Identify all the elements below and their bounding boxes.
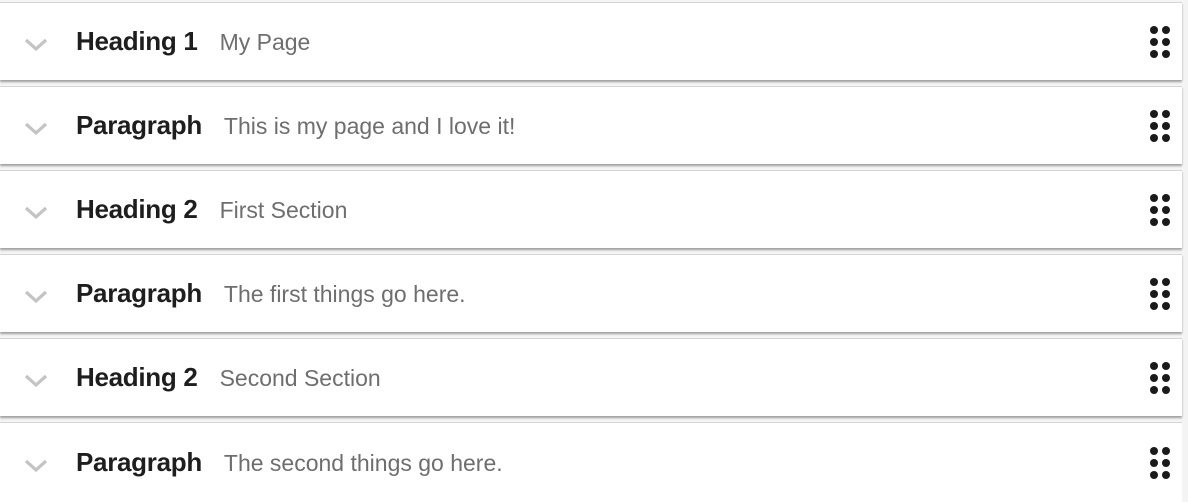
chevron-down-icon[interactable] [24, 458, 48, 474]
block-type-label: Paragraph [76, 278, 202, 308]
drag-handle-icon[interactable] [1150, 25, 1170, 58]
drag-handle-icon[interactable] [1150, 361, 1170, 394]
block-row-heading-2[interactable]: Heading 2 Second Section [0, 338, 1182, 416]
drag-handle-icon[interactable] [1150, 193, 1170, 226]
block-type-label: Heading 2 [76, 362, 198, 392]
chevron-down-icon[interactable] [24, 37, 48, 53]
drag-handle-icon[interactable] [1150, 277, 1170, 310]
block-preview-text: The first things go here. [223, 281, 466, 307]
drag-handle-icon[interactable] [1150, 446, 1170, 479]
chevron-down-icon[interactable] [24, 121, 48, 137]
chevron-down-icon[interactable] [24, 205, 48, 221]
block-preview-text: The second things go here. [223, 450, 503, 476]
block-list: Heading 1 My Page Paragraph This is my p… [0, 0, 1183, 502]
block-row-paragraph[interactable]: Paragraph The second things go here. [0, 422, 1182, 502]
block-row-paragraph[interactable]: Paragraph This is my page and I love it! [0, 86, 1182, 164]
block-row-heading-2[interactable]: Heading 2 First Section [0, 170, 1182, 248]
drag-handle-icon[interactable] [1150, 109, 1170, 142]
block-preview-text: First Section [219, 197, 348, 223]
chevron-down-icon[interactable] [24, 373, 48, 389]
block-type-label: Paragraph [76, 110, 202, 140]
block-preview-text: This is my page and I love it! [223, 113, 516, 139]
block-preview-text: My Page [219, 29, 311, 55]
block-row-heading-1[interactable]: Heading 1 My Page [0, 2, 1182, 80]
chevron-down-icon[interactable] [24, 289, 48, 305]
block-preview-text: Second Section [219, 365, 381, 391]
block-type-label: Paragraph [76, 447, 202, 477]
block-type-label: Heading 2 [76, 194, 198, 224]
block-type-label: Heading 1 [76, 26, 198, 56]
block-row-paragraph[interactable]: Paragraph The first things go here. [0, 254, 1182, 332]
